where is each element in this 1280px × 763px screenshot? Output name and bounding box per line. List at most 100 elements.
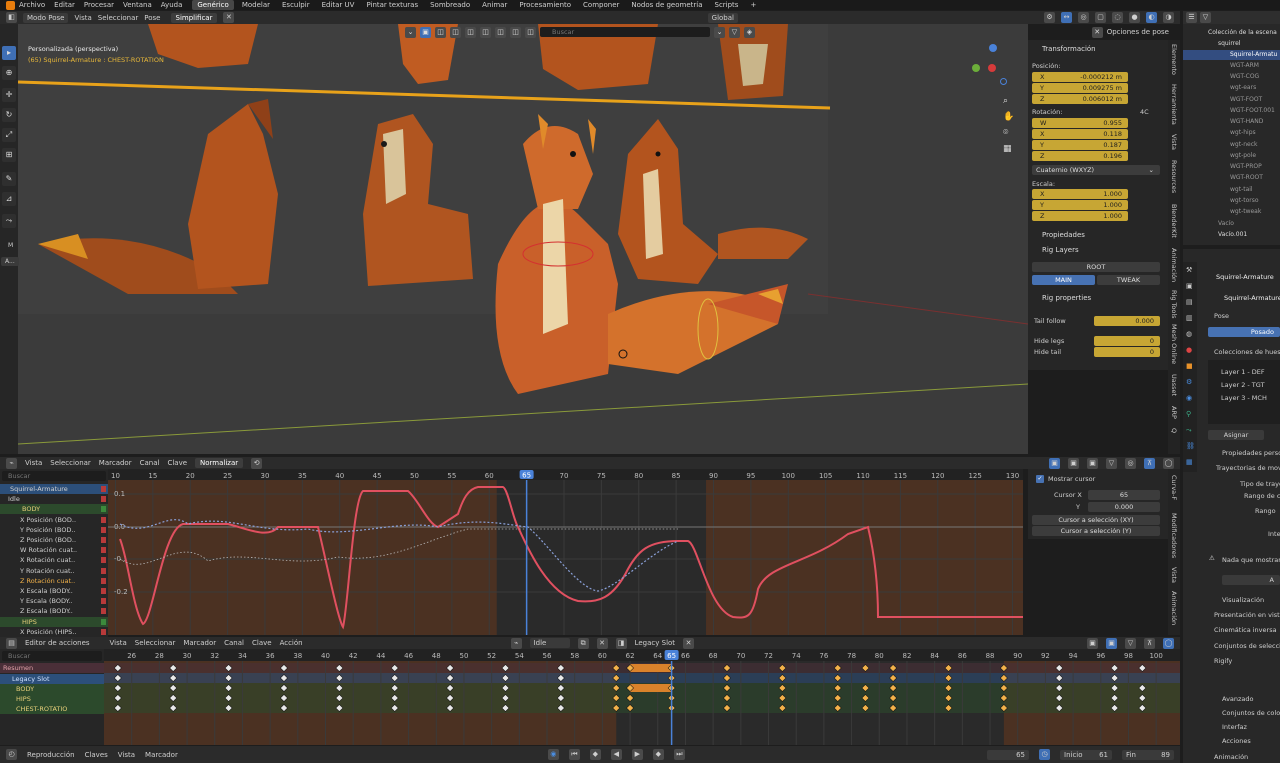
editor-type-icon[interactable]: ◧ bbox=[6, 12, 17, 23]
ds-row-chest-rotation[interactable]: CHEST-ROTATIO bbox=[0, 704, 104, 714]
tab-animacion[interactable]: Animación bbox=[1170, 248, 1178, 282]
filter-f-icon[interactable]: ◫ bbox=[510, 26, 521, 38]
graph-channel-row[interactable]: Y Posición (BOD.. bbox=[0, 524, 108, 535]
shading-rendered-icon[interactable]: ◑ bbox=[1163, 12, 1174, 23]
pose-options-button[interactable]: Opciones de pose bbox=[1107, 28, 1169, 36]
constraint-tab-icon[interactable]: ⛓ bbox=[1186, 442, 1195, 450]
tab-blenderkit[interactable]: BlenderKit bbox=[1170, 204, 1178, 238]
bone-tool-icon[interactable]: ⤳ bbox=[2, 214, 16, 228]
xray-icon[interactable]: ▢ bbox=[1095, 12, 1106, 23]
graph-menu-canal[interactable]: Canal bbox=[140, 459, 160, 467]
tab-modificadores[interactable]: Modificadores bbox=[1170, 513, 1178, 558]
ds-menu-clave[interactable]: Clave bbox=[252, 639, 272, 647]
tab-animar[interactable]: Animar bbox=[478, 0, 511, 10]
outliner-collection-squirrel[interactable]: squirrel bbox=[1218, 40, 1240, 47]
viewport-display-header[interactable]: Presentación en vista bbox=[1214, 611, 1280, 619]
tab-scripts[interactable]: Scripts bbox=[711, 0, 743, 10]
posado-button[interactable]: Posado bbox=[1208, 327, 1280, 337]
outliner-item[interactable]: wgt-hips bbox=[1230, 129, 1256, 136]
timeline-menu-reproduccion[interactable]: Reproducción bbox=[27, 751, 75, 759]
rigify-header[interactable]: Rigify bbox=[1214, 657, 1232, 665]
outliner-item[interactable]: wgt-pole bbox=[1230, 152, 1256, 159]
normalize-auto-icon[interactable]: ⟲ bbox=[251, 457, 263, 469]
add-workspace-button[interactable]: + bbox=[746, 0, 760, 10]
rotation-z-field[interactable]: Z 0.196 bbox=[1032, 151, 1128, 161]
graph-channel-row[interactable]: W Rotación cuat.. bbox=[0, 545, 108, 556]
graph-channel-row[interactable]: Idle bbox=[0, 494, 108, 505]
menu-ayuda[interactable]: Ayuda bbox=[161, 1, 183, 9]
advanced-header[interactable]: Avanzado bbox=[1222, 695, 1254, 703]
graph-channel-row[interactable]: X Rotación cuat.. bbox=[0, 555, 108, 566]
ds-filter-funnel-icon[interactable]: ▽ bbox=[1125, 637, 1136, 649]
hide-tail-field[interactable]: 0 bbox=[1094, 347, 1160, 357]
graph-menu-vista[interactable]: Vista bbox=[25, 459, 42, 467]
action-editor-mode[interactable]: Editor de acciones bbox=[25, 639, 90, 647]
tab-nodos-geometria[interactable]: Nodos de geometría bbox=[627, 0, 706, 10]
scale-x-field[interactable]: X 1.000 bbox=[1032, 189, 1128, 199]
outliner-editor-icon[interactable]: ☰ bbox=[1186, 12, 1197, 23]
pan-hand-icon[interactable]: ✋ bbox=[1003, 112, 1014, 122]
object-tab-icon[interactable]: ■ bbox=[1186, 362, 1193, 370]
zoom-icon[interactable]: ⌕ bbox=[1003, 96, 1008, 106]
graph-filter-funnel-icon[interactable]: ▽ bbox=[1106, 457, 1117, 469]
filter-b-icon[interactable]: ◫ bbox=[450, 26, 461, 38]
cursor-tool-icon[interactable]: ⊕ bbox=[2, 66, 16, 80]
ds-row-hips[interactable]: HIPS bbox=[0, 694, 104, 704]
filter-d-icon[interactable]: ◫ bbox=[480, 26, 491, 38]
action-unlink-icon[interactable]: ✕ bbox=[596, 637, 608, 649]
scale-z-field[interactable]: Z 1.000 bbox=[1032, 211, 1128, 221]
viewport-menu-vista[interactable]: Vista bbox=[74, 14, 91, 22]
graph-channel-row[interactable]: HIPS bbox=[0, 616, 108, 627]
rig-properties-header[interactable]: Rig properties bbox=[1038, 294, 1091, 302]
pose-options-x-icon[interactable]: ✕ bbox=[1091, 26, 1103, 38]
tab-elemento[interactable]: Elemento bbox=[1170, 44, 1178, 75]
ds-row-resumen[interactable]: Resumen bbox=[0, 663, 104, 673]
ds-menu-vista[interactable]: Vista bbox=[110, 639, 127, 647]
tool-tab-icon[interactable]: ⚒ bbox=[1186, 266, 1192, 274]
select-mode-icon[interactable]: ▣ bbox=[420, 26, 431, 38]
data-tab-icon[interactable]: ⚲ bbox=[1186, 410, 1191, 418]
outliner-item[interactable]: Vacío.001 bbox=[1218, 231, 1247, 238]
render-tab-icon[interactable]: ▣ bbox=[1186, 282, 1193, 290]
action-duplicate-icon[interactable]: ⧉ bbox=[577, 637, 589, 649]
graph-channel-row[interactable]: X Posición (HIPS.. bbox=[0, 626, 108, 637]
outliner-item[interactable]: wgt-torso bbox=[1230, 197, 1259, 204]
timeline-editor-icon[interactable]: ◴ bbox=[6, 749, 17, 760]
graph-snap-icon[interactable]: ⊼ bbox=[1144, 457, 1155, 469]
ds-menu-marcador[interactable]: Marcador bbox=[183, 639, 216, 647]
filter-c-icon[interactable]: ◫ bbox=[465, 26, 476, 38]
rig-layer-root-button[interactable]: ROOT bbox=[1032, 262, 1160, 272]
mode-select[interactable]: Modo Pose bbox=[23, 12, 69, 23]
rotation-y-field[interactable]: Y 0.187 bbox=[1032, 140, 1128, 150]
outliner-item[interactable]: wgt-ears bbox=[1230, 84, 1256, 91]
graph-channel-row[interactable]: Y Rotación cuat.. bbox=[0, 565, 108, 576]
ds-row-legacy-slot[interactable]: Legacy Slot bbox=[0, 674, 104, 684]
rotation-x-field[interactable]: X 0.118 bbox=[1032, 129, 1128, 139]
outliner-item[interactable]: WGT-COG bbox=[1230, 73, 1259, 80]
gizmo-x-icon[interactable] bbox=[988, 64, 996, 72]
show-cursor-checkbox[interactable]: ✓ bbox=[1036, 475, 1044, 483]
bone-collections-header[interactable]: Colecciones de hueso bbox=[1214, 348, 1280, 356]
cursor-y-field[interactable]: 0.000 bbox=[1088, 502, 1160, 512]
rig-layer-tweak-button[interactable]: TWEAK bbox=[1097, 275, 1160, 285]
world-tab-icon[interactable]: ● bbox=[1186, 346, 1192, 354]
snap-icon[interactable]: ⌄ bbox=[405, 26, 416, 38]
gizmo-neg-icon[interactable] bbox=[1000, 78, 1007, 85]
play-icon[interactable]: ▶ bbox=[631, 749, 643, 760]
assign-button[interactable]: Asignar bbox=[1208, 430, 1264, 440]
graph-channel-row[interactable]: X Posición (BOD.. bbox=[0, 514, 108, 525]
animation-header[interactable]: Animación bbox=[1214, 753, 1248, 761]
actions-header[interactable]: Acciones bbox=[1222, 737, 1251, 745]
menu-editar[interactable]: Editar bbox=[54, 1, 75, 9]
current-frame-field[interactable]: 65 bbox=[987, 749, 1029, 760]
view-object-types-icon[interactable]: ⚙ bbox=[1044, 12, 1055, 23]
next-keyframe-icon[interactable]: ◆ bbox=[652, 749, 664, 760]
visualization-header[interactable]: Visualización bbox=[1222, 596, 1264, 604]
gizmo-y-icon[interactable] bbox=[972, 64, 980, 72]
action-editor-type-icon[interactable]: ▤ bbox=[6, 637, 17, 649]
slot-unlink-icon[interactable]: ✕ bbox=[683, 637, 695, 649]
outliner-item[interactable]: wgt-tweak bbox=[1230, 208, 1261, 215]
tab-uasset[interactable]: Uasset bbox=[1170, 374, 1178, 396]
graph-proportional-icon[interactable]: ◯ bbox=[1163, 457, 1174, 469]
outliner-scene-collection[interactable]: Colección de la escena bbox=[1208, 29, 1277, 36]
